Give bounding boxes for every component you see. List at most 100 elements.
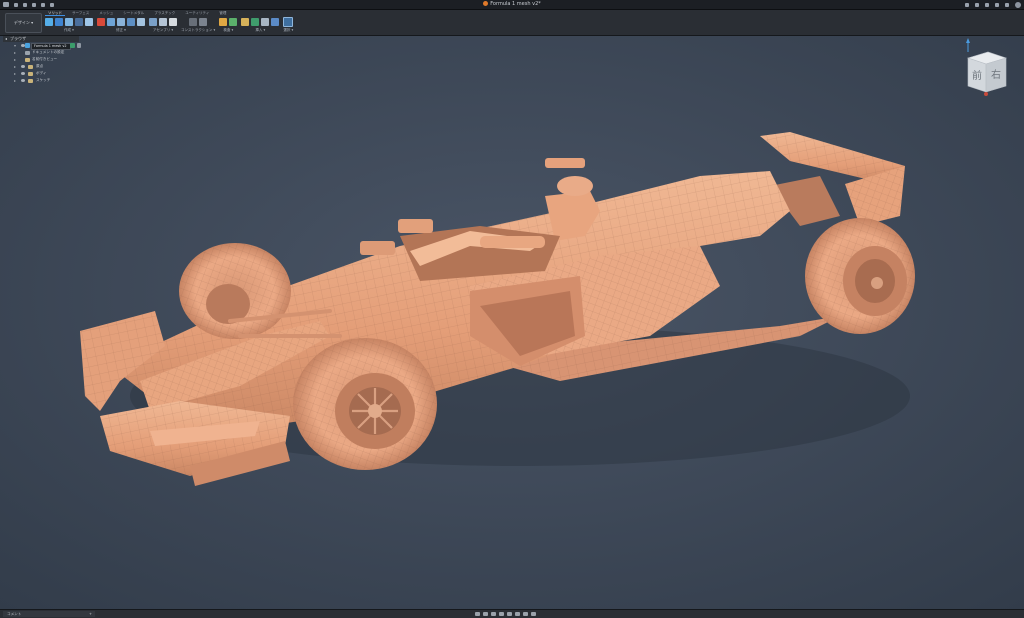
press-pull-icon[interactable]	[107, 18, 115, 26]
browser-item-label: 名前付きビュー	[32, 57, 58, 61]
visibility-eye-icon[interactable]	[21, 79, 25, 82]
orbit-icon[interactable]	[475, 612, 480, 616]
viewcube-axis-icon	[966, 38, 970, 52]
visibility-eye-icon[interactable]	[21, 65, 25, 68]
tab-solid[interactable]: ソリッド	[45, 10, 65, 16]
extensions-icon[interactable]	[975, 2, 979, 7]
insert-canvas-icon[interactable]	[261, 18, 270, 26]
folder-icon	[25, 57, 30, 62]
as-built-joint-icon[interactable]	[159, 18, 167, 26]
visibility-eye-icon[interactable]	[21, 72, 25, 75]
tab-sheet-metal[interactable]: シートメタル	[120, 10, 147, 16]
document-title-text: Formula 1 mesh v2*	[490, 1, 541, 7]
tab-plastic[interactable]: プラスチック	[151, 10, 178, 16]
group-construct-label[interactable]: コンストラクション ▾	[181, 27, 215, 33]
expand-triangle-icon[interactable]: ▸	[14, 49, 16, 56]
record-icon[interactable]	[77, 43, 81, 48]
viewcube-right-label[interactable]: 右	[991, 68, 1001, 81]
group-create-label[interactable]: 作成 ▾	[64, 27, 74, 33]
grid-settings-icon[interactable]	[523, 612, 528, 616]
rear-right-wheel	[805, 218, 915, 334]
expand-triangle-icon[interactable]: ▸	[14, 56, 16, 63]
pan-icon[interactable]	[491, 612, 496, 616]
viewcube-home-icon[interactable]	[984, 92, 988, 96]
combine-icon[interactable]	[137, 18, 145, 26]
viewports-icon[interactable]	[531, 612, 536, 616]
zebra-icon[interactable]	[229, 18, 238, 26]
tab-utilities[interactable]: ユーティリティ	[182, 10, 212, 16]
comments-label: コメント	[7, 612, 22, 616]
insert-decal-icon[interactable]	[251, 18, 260, 26]
delete-icon[interactable]	[97, 18, 105, 26]
zoom-icon[interactable]	[499, 612, 504, 616]
group-assemble: アセンブリ ▾	[149, 17, 177, 34]
insert-mesh-icon[interactable]	[271, 18, 280, 26]
group-assemble-label[interactable]: アセンブリ ▾	[153, 27, 173, 33]
measure-icon[interactable]	[219, 18, 228, 26]
group-inspect-label[interactable]: 検査 ▾	[223, 27, 233, 33]
fillet-icon[interactable]	[117, 18, 125, 26]
workspace-switcher[interactable]: デザイン ▾	[5, 13, 42, 33]
expand-triangle-icon[interactable]: ▸	[14, 63, 16, 70]
ribbon-toolbar: デザイン ▾ ソリッド サーフェス メッシュ シートメタル プラスチック ユーテ…	[0, 10, 1024, 36]
select-arrow-icon[interactable]	[283, 17, 294, 27]
folder-icon	[28, 78, 33, 83]
extrude-icon[interactable]	[55, 18, 63, 26]
browser-item-label: スケッチ	[36, 78, 51, 82]
group-insert: 挿入 ▾	[241, 17, 280, 34]
group-inspect: 検査 ▾	[219, 17, 238, 34]
folder-icon	[28, 71, 33, 76]
tab-manage[interactable]: 管理	[216, 10, 229, 16]
browser-title: ブラウザ	[10, 36, 26, 41]
new-tab-icon[interactable]	[965, 2, 969, 7]
group-modify-label[interactable]: 修正 ▾	[116, 27, 126, 33]
hole-icon[interactable]	[75, 18, 83, 26]
front-left-wheel	[179, 243, 291, 339]
browser-item-bodies[interactable]: ▸ ボディ	[3, 70, 79, 77]
browser-item-label: 原点	[36, 64, 44, 68]
axis-icon[interactable]	[199, 18, 208, 26]
front-right-wheel	[293, 338, 437, 470]
tab-surface[interactable]: サーフェス	[69, 10, 92, 16]
fit-icon[interactable]	[507, 612, 512, 616]
version-badge-icon[interactable]	[70, 43, 75, 48]
group-create: 作成 ▾	[45, 17, 93, 34]
f1-car-model[interactable]	[0, 36, 1024, 609]
job-status-icon[interactable]	[985, 2, 989, 7]
avatar[interactable]	[1015, 1, 1021, 8]
joint-icon[interactable]	[149, 18, 157, 26]
offset-plane-icon[interactable]	[189, 18, 198, 26]
display-settings-icon[interactable]	[515, 612, 520, 616]
navigation-bar	[475, 611, 536, 617]
shell-icon[interactable]	[127, 18, 135, 26]
add-comment-icon[interactable]: +	[89, 611, 92, 617]
comments-panel[interactable]: コメント +	[3, 611, 95, 617]
3d-viewport[interactable]	[0, 36, 1024, 609]
expand-triangle-icon[interactable]: ▸	[14, 70, 16, 77]
viewcube-front-label[interactable]: 前	[972, 69, 982, 82]
move-icon[interactable]	[169, 18, 177, 26]
browser-item-document-settings[interactable]: ▸ ドキュメントの設定	[3, 49, 79, 56]
ribbon-tabs: ソリッド サーフェス メッシュ シートメタル プラスチック ユーティリティ 管理	[45, 10, 229, 16]
viewcube[interactable]: 前 右	[958, 36, 1014, 98]
expand-triangle-icon[interactable]: ▾	[14, 42, 16, 49]
notifications-icon[interactable]	[995, 2, 999, 7]
help-icon[interactable]	[1005, 2, 1009, 7]
pattern-icon[interactable]	[85, 18, 93, 26]
insert-derive-icon[interactable]	[241, 18, 250, 26]
gear-icon	[25, 50, 30, 55]
tab-mesh[interactable]: メッシュ	[96, 10, 116, 16]
folder-icon	[28, 64, 33, 69]
group-select-label[interactable]: 選択 ▾	[283, 27, 293, 33]
browser-document-row[interactable]: ▾ Formula 1 mesh v2	[3, 42, 81, 50]
browser-item-sketches[interactable]: ▸ スケッチ	[3, 77, 79, 84]
expand-triangle-icon[interactable]: ▸	[14, 77, 16, 84]
browser-item-named-views[interactable]: ▸ 名前付きビュー	[3, 56, 79, 63]
revolve-icon[interactable]	[65, 18, 73, 26]
browser-item-origin[interactable]: ▸ 原点	[3, 63, 79, 70]
browser-item-label: ボディ	[36, 71, 47, 75]
new-component-icon[interactable]	[45, 18, 53, 26]
group-insert-label[interactable]: 挿入 ▾	[255, 27, 265, 33]
ribbon-tool-groups: 作成 ▾ 修正 ▾ アセンブリ ▾ コンストラクション ▾ 検査 ▾ 挿入 ▾ …	[45, 17, 294, 34]
look-at-icon[interactable]	[483, 612, 488, 616]
